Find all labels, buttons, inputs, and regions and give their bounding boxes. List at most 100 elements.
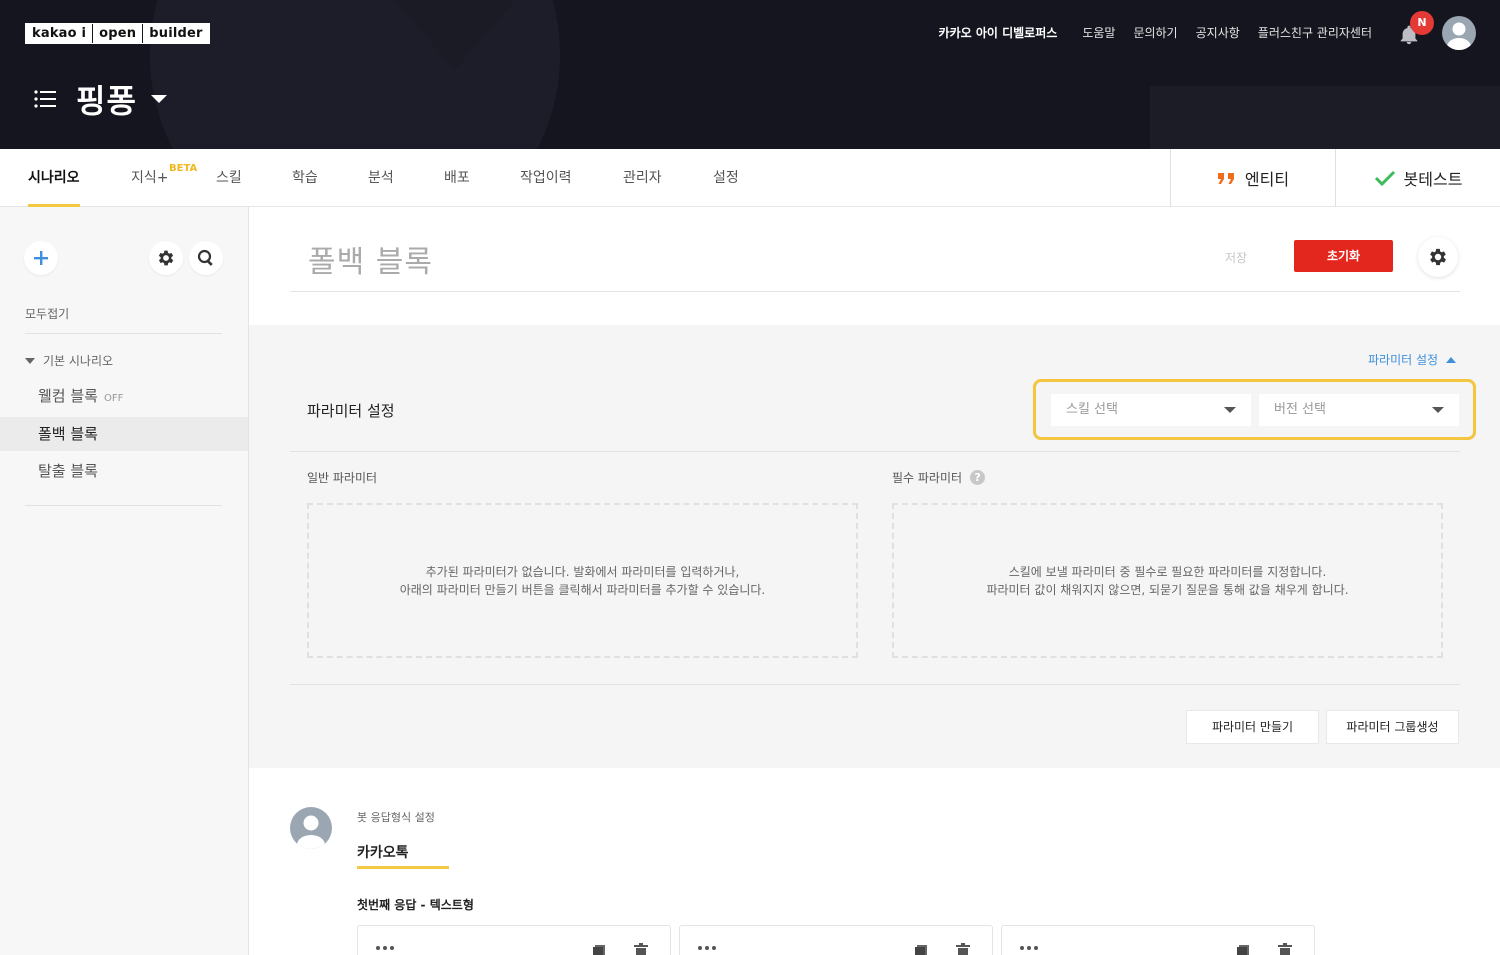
block-item-label: 웰컴 블록 — [38, 387, 98, 405]
link-help[interactable]: 도움말 — [1082, 24, 1115, 41]
bot-selector[interactable]: 핑퐁 — [34, 76, 167, 122]
create-parameter-button[interactable]: 파라미터 만들기 — [1186, 710, 1319, 744]
version-select-placeholder: 버전 선택 — [1274, 402, 1326, 417]
skill-version-highlight: 스킬 선택 버전 선택 — [1033, 379, 1476, 440]
link-plusfriend-admin[interactable]: 플러스친구 관리자센터 — [1258, 24, 1372, 41]
copy-icon[interactable] — [592, 944, 606, 955]
off-tag: OFF — [103, 393, 124, 404]
reset-button[interactable]: 초기화 — [1294, 240, 1393, 272]
block-editor: 폴백 블록 저장 초기화 파라미터 설정 파라미터 설정 스킬 선택 버전 선택… — [249, 207, 1500, 955]
tab-analytics[interactable]: 분석 — [368, 149, 394, 207]
response-channel-underline — [357, 866, 449, 869]
tab-skill[interactable]: 스킬 — [216, 149, 242, 207]
block-item-exit[interactable]: 탈출 블록 — [0, 454, 248, 488]
response-card[interactable] — [1001, 925, 1315, 955]
sidebar-divider — [25, 505, 222, 506]
parameter-divider — [290, 451, 1460, 452]
link-developers[interactable]: 카카오 아이 디벨로퍼스 — [939, 24, 1058, 41]
response-card[interactable] — [679, 925, 993, 955]
copy-icon[interactable] — [1236, 944, 1250, 955]
user-avatar[interactable] — [1442, 16, 1476, 50]
entity-label: 엔티티 — [1244, 170, 1290, 189]
quote-icon — [1217, 173, 1234, 184]
bottest-label: 봇테스트 — [1403, 170, 1463, 189]
skill-select[interactable]: 스킬 선택 — [1051, 394, 1251, 426]
tab-history[interactable]: 작업이력 — [520, 149, 572, 207]
caret-down-icon — [25, 357, 35, 364]
response-format-label: 봇 응답형식 설정 — [357, 811, 435, 824]
entity-tab[interactable]: 엔티티 — [1170, 149, 1335, 207]
check-icon — [1374, 170, 1395, 186]
tab-knowledge[interactable]: 지식+ BETA — [131, 149, 197, 207]
logo-part-builder: builder — [142, 24, 208, 43]
menu-icon[interactable] — [34, 89, 56, 109]
general-parameter-label: 일반 파라미터 — [307, 469, 377, 486]
chevron-down-icon — [1432, 407, 1444, 413]
sidebar-divider — [25, 333, 222, 334]
sidebar-settings-button[interactable] — [149, 241, 183, 275]
title-divider — [290, 291, 1460, 292]
block-item-welcome[interactable]: 웰컴 블록 OFF — [0, 379, 248, 413]
top-links: 카카오 아이 디벨로퍼스 도움말 문의하기 공지사항 플러스친구 관리자센터 — [921, 24, 1372, 41]
gear-icon — [158, 250, 174, 266]
bottest-tab[interactable]: 봇테스트 — [1335, 149, 1500, 207]
link-notice[interactable]: 공지사항 — [1196, 24, 1240, 41]
notification-badge[interactable]: N — [1410, 11, 1434, 35]
link-inquiry[interactable]: 문의하기 — [1133, 24, 1177, 41]
required-empty-line2: 파라미터 값이 채워지지 않으면, 되묻기 질문을 통해 값을 채우게 합니다. — [986, 582, 1349, 597]
chevron-down-icon — [1224, 407, 1236, 413]
plus-icon — [34, 251, 48, 265]
top-header: kakao i open builder 카카오 아이 디벨로퍼스 도움말 문의… — [0, 0, 1500, 149]
add-block-button[interactable] — [24, 241, 58, 275]
required-parameter-dropzone: 스킬에 보낼 파라미터 중 필수로 필요한 파라미터를 지정합니다. 파라미터 … — [892, 503, 1443, 658]
tab-training[interactable]: 학습 — [292, 149, 318, 207]
general-empty-line2: 아래의 파라미터 만들기 버튼을 클릭해서 파라미터를 추가할 수 있습니다. — [399, 582, 766, 597]
kakao-open-builder-logo[interactable]: kakao i open builder — [25, 23, 210, 44]
parameter-settings-heading: 파라미터 설정 — [307, 402, 395, 420]
drag-handle-icon[interactable] — [376, 946, 397, 950]
general-empty-line1: 추가된 파라미터가 없습니다. 발화에서 파라미터를 입력하거나, — [425, 564, 740, 579]
trash-icon[interactable] — [1278, 943, 1292, 955]
chevron-down-icon[interactable] — [150, 95, 167, 103]
copy-icon[interactable] — [914, 944, 928, 955]
parameter-divider — [290, 684, 1460, 685]
logo-part-kakao: kakao i — [32, 26, 87, 41]
version-select[interactable]: 버전 선택 — [1259, 394, 1459, 426]
trash-icon[interactable] — [634, 943, 648, 955]
save-button[interactable]: 저장 — [1225, 249, 1247, 266]
right-tabs: 엔티티 봇테스트 — [1170, 149, 1500, 207]
tab-knowledge-label: 지식+ — [131, 170, 169, 186]
tab-settings[interactable]: 설정 — [713, 149, 739, 207]
bot-name[interactable]: 핑퐁 — [76, 76, 137, 122]
chevron-up-icon — [1446, 356, 1457, 363]
block-settings-button[interactable] — [1418, 237, 1458, 277]
tab-deploy[interactable]: 배포 — [444, 149, 470, 207]
parameter-toggle-label: 파라미터 설정 — [1368, 353, 1439, 367]
trash-icon[interactable] — [956, 943, 970, 955]
first-response-label: 첫번째 응답 - 텍스트형 — [357, 898, 474, 912]
tab-admin[interactable]: 관리자 — [623, 149, 662, 207]
gear-icon — [1430, 248, 1446, 266]
block-title[interactable]: 폴백 블록 — [308, 237, 433, 281]
help-icon[interactable]: ? — [970, 470, 986, 485]
required-empty-line1: 스킬에 보낼 파라미터 중 필수로 필요한 파라미터를 지정합니다. — [1008, 564, 1327, 579]
response-card[interactable] — [357, 925, 671, 955]
bot-avatar-icon — [297, 815, 325, 849]
response-channel-tab[interactable]: 카카오톡 — [357, 842, 409, 862]
create-parameter-group-button[interactable]: 파라미터 그룹생성 — [1326, 710, 1459, 744]
block-item-fallback[interactable]: 폴백 블록 — [0, 417, 248, 451]
block-item-label: 폴백 블록 — [38, 425, 98, 443]
sidebar-search-button[interactable] — [189, 241, 223, 275]
drag-handle-icon[interactable] — [698, 946, 719, 950]
search-icon — [197, 249, 213, 266]
general-parameter-text: 일반 파라미터 — [307, 471, 378, 485]
header-decoration-rect — [1150, 86, 1500, 149]
drag-handle-icon[interactable] — [1020, 946, 1041, 950]
collapse-all-button[interactable]: 모두접기 — [25, 305, 69, 322]
parameter-settings-toggle[interactable]: 파라미터 설정 — [1368, 351, 1457, 368]
scenario-sidebar: 모두접기 기본 시나리오 웰컴 블록 OFF 폴백 블록 탈출 블록 — [0, 207, 249, 955]
required-parameter-text: 필수 파라미터 — [892, 471, 963, 485]
beta-badge: BETA — [169, 163, 198, 174]
tab-scenario[interactable]: 시나리오 — [28, 149, 80, 207]
scenario-group-default[interactable]: 기본 시나리오 — [25, 352, 113, 369]
